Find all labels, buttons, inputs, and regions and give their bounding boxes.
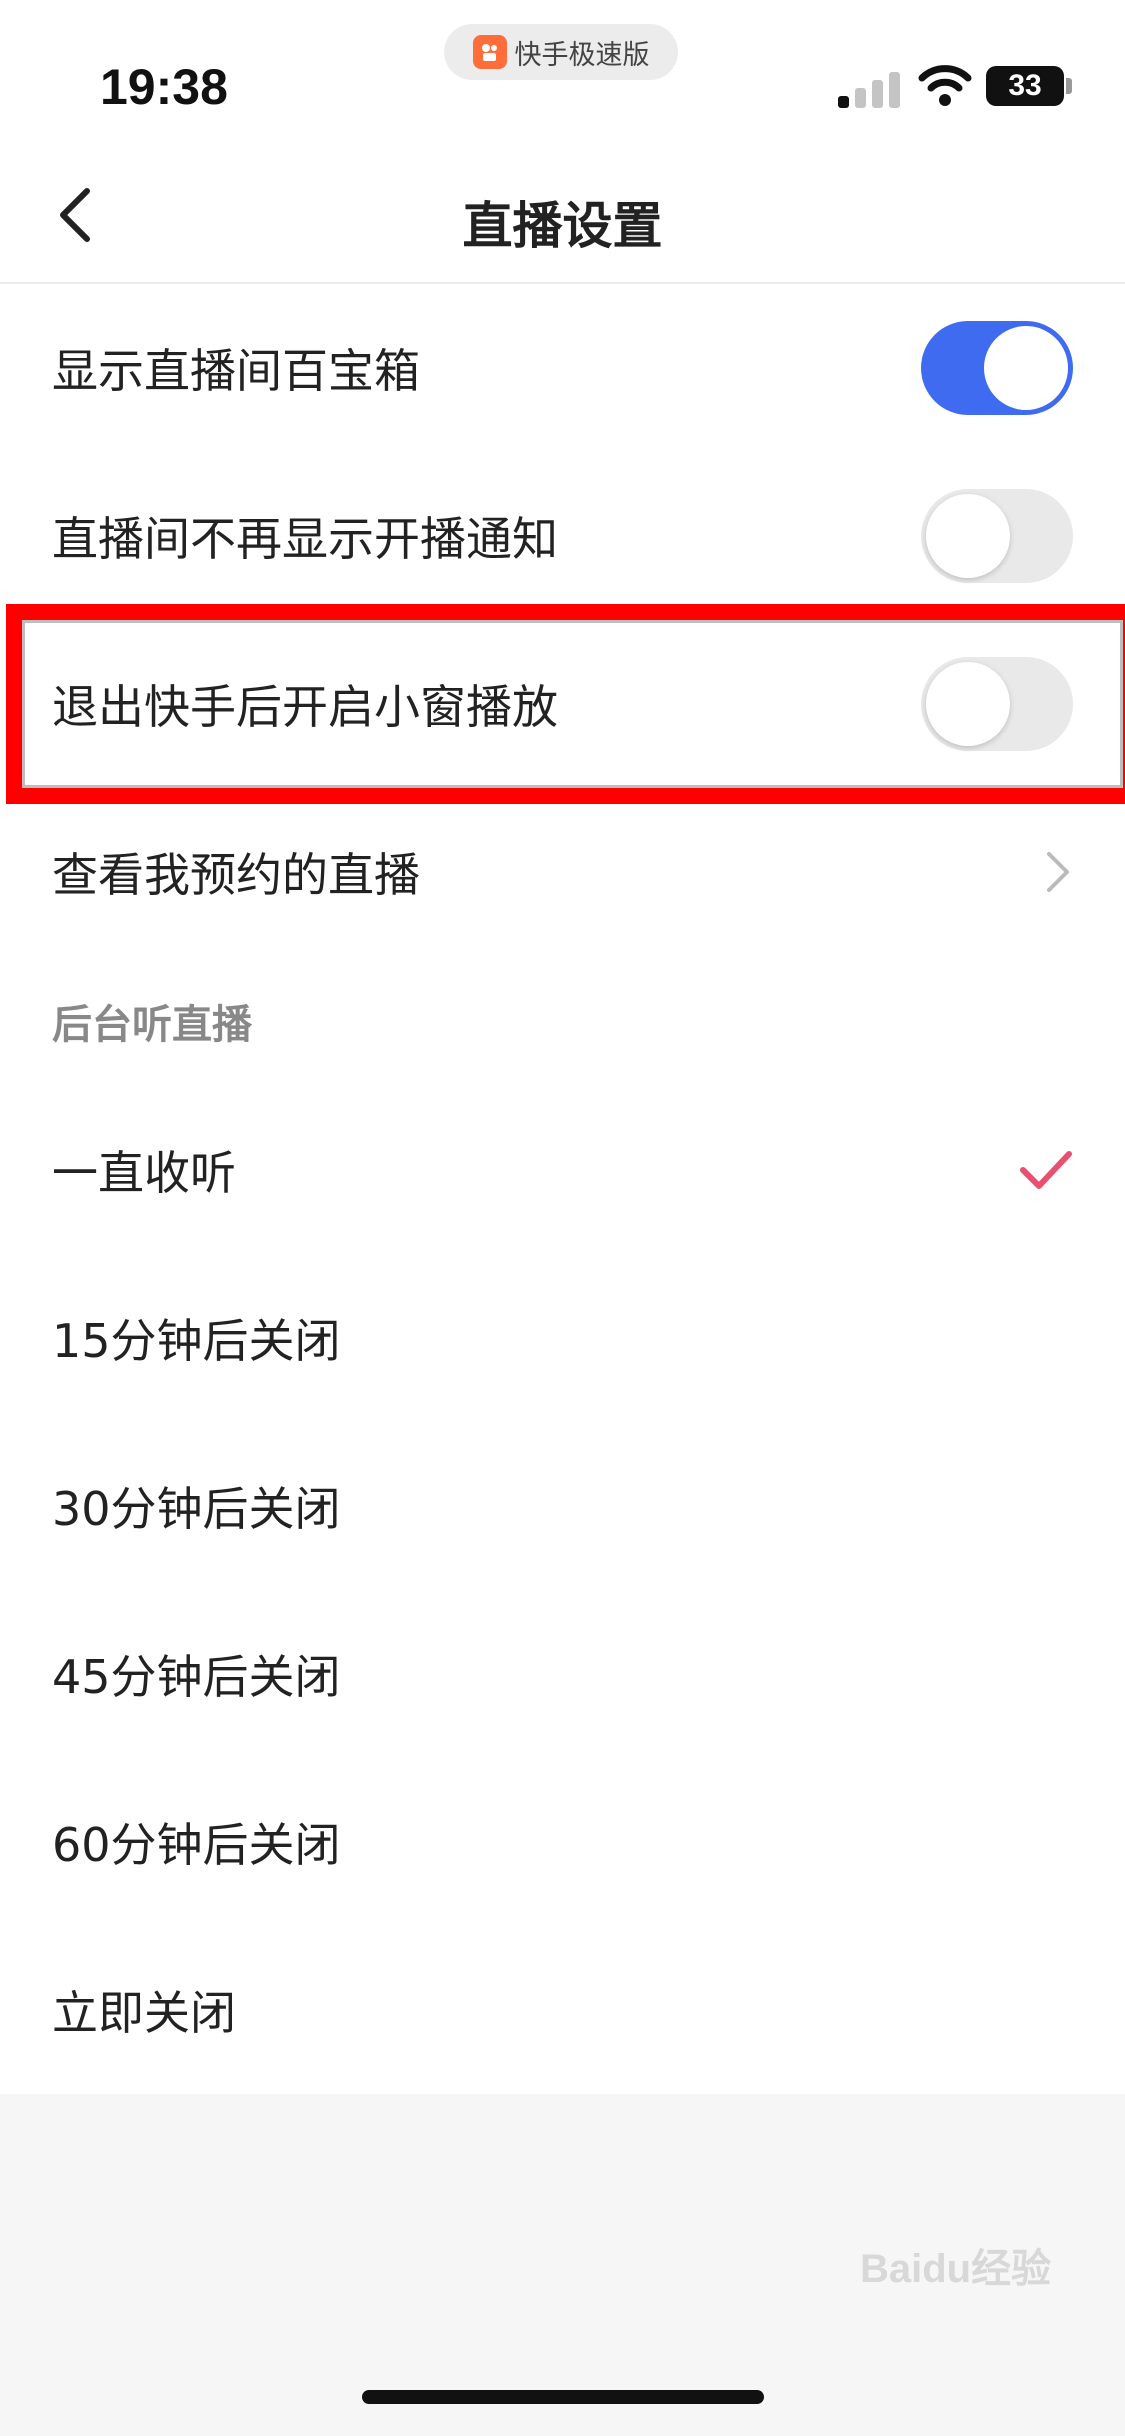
status-time: 19:38 bbox=[100, 59, 228, 115]
toggle-knob bbox=[926, 494, 1010, 578]
baidu-watermark: Baidu经验 bbox=[860, 2247, 1052, 2291]
option-label: 30分钟后关闭 bbox=[52, 1482, 341, 1536]
option-label: 60分钟后关闭 bbox=[52, 1818, 341, 1872]
app-return-pill[interactable]: 快手极速版 bbox=[444, 24, 678, 80]
option-label: 一直收听 bbox=[52, 1146, 236, 1200]
checkmark-icon bbox=[1020, 1151, 1072, 1189]
listen-option-60min[interactable]: 60分钟后关闭 bbox=[0, 1758, 1125, 1926]
listen-option-30min[interactable]: 30分钟后关闭 bbox=[0, 1422, 1125, 1590]
listen-option-always[interactable]: 一直收听 bbox=[0, 1086, 1125, 1254]
kuaishou-logo-icon bbox=[472, 35, 507, 69]
reserved-live-link[interactable]: 查看我预约的直播 bbox=[0, 788, 1125, 956]
setting-label: 直播间不再显示开播通知 bbox=[52, 512, 558, 566]
navigation-bar: 直播设置 bbox=[0, 150, 1125, 284]
toggle-knob bbox=[984, 326, 1068, 410]
option-label: 立即关闭 bbox=[52, 1986, 236, 2040]
live-notification-toggle[interactable] bbox=[921, 489, 1073, 583]
setting-label: 退出快手后开启小窗播放 bbox=[52, 680, 558, 734]
setting-row-live-notification: 直播间不再显示开播通知 bbox=[0, 452, 1125, 620]
setting-label: 查看我预约的直播 bbox=[52, 848, 420, 902]
battery-level: 33 bbox=[1008, 69, 1042, 102]
setting-row-treasure-box: 显示直播间百宝箱 bbox=[0, 284, 1125, 452]
listen-option-15min[interactable]: 15分钟后关闭 bbox=[0, 1254, 1125, 1422]
option-label: 15分钟后关闭 bbox=[52, 1314, 341, 1368]
wifi-icon bbox=[918, 65, 972, 106]
listen-option-now[interactable]: 立即关闭 bbox=[0, 1926, 1125, 2094]
setting-row-mini-window: 退出快手后开启小窗播放 bbox=[0, 620, 1125, 788]
cellular-signal-icon bbox=[838, 64, 902, 108]
mini-window-toggle[interactable] bbox=[921, 657, 1073, 751]
app-pill-label: 快手极速版 bbox=[514, 39, 650, 71]
treasure-box-toggle[interactable] bbox=[921, 321, 1073, 415]
page-title: 直播设置 bbox=[462, 197, 663, 255]
listen-option-45min[interactable]: 45分钟后关闭 bbox=[0, 1590, 1125, 1758]
setting-label: 显示直播间百宝箱 bbox=[52, 344, 420, 398]
section-header: 后台听直播 bbox=[0, 956, 1125, 1086]
settings-list: 显示直播间百宝箱 直播间不再显示开播通知 退出快手后开启小窗播放 查看我预约的直… bbox=[0, 284, 1125, 2094]
home-indicator[interactable] bbox=[362, 2390, 764, 2404]
battery-cap bbox=[1066, 78, 1072, 94]
battery-icon: 33 bbox=[986, 66, 1064, 106]
section-header-label: 后台听直播 bbox=[52, 1002, 252, 1048]
chevron-right-icon bbox=[1047, 852, 1069, 892]
option-label: 45分钟后关闭 bbox=[52, 1650, 341, 1704]
status-bar: 19:38 快手极速版 33 bbox=[0, 0, 1125, 150]
toggle-knob bbox=[926, 662, 1010, 746]
